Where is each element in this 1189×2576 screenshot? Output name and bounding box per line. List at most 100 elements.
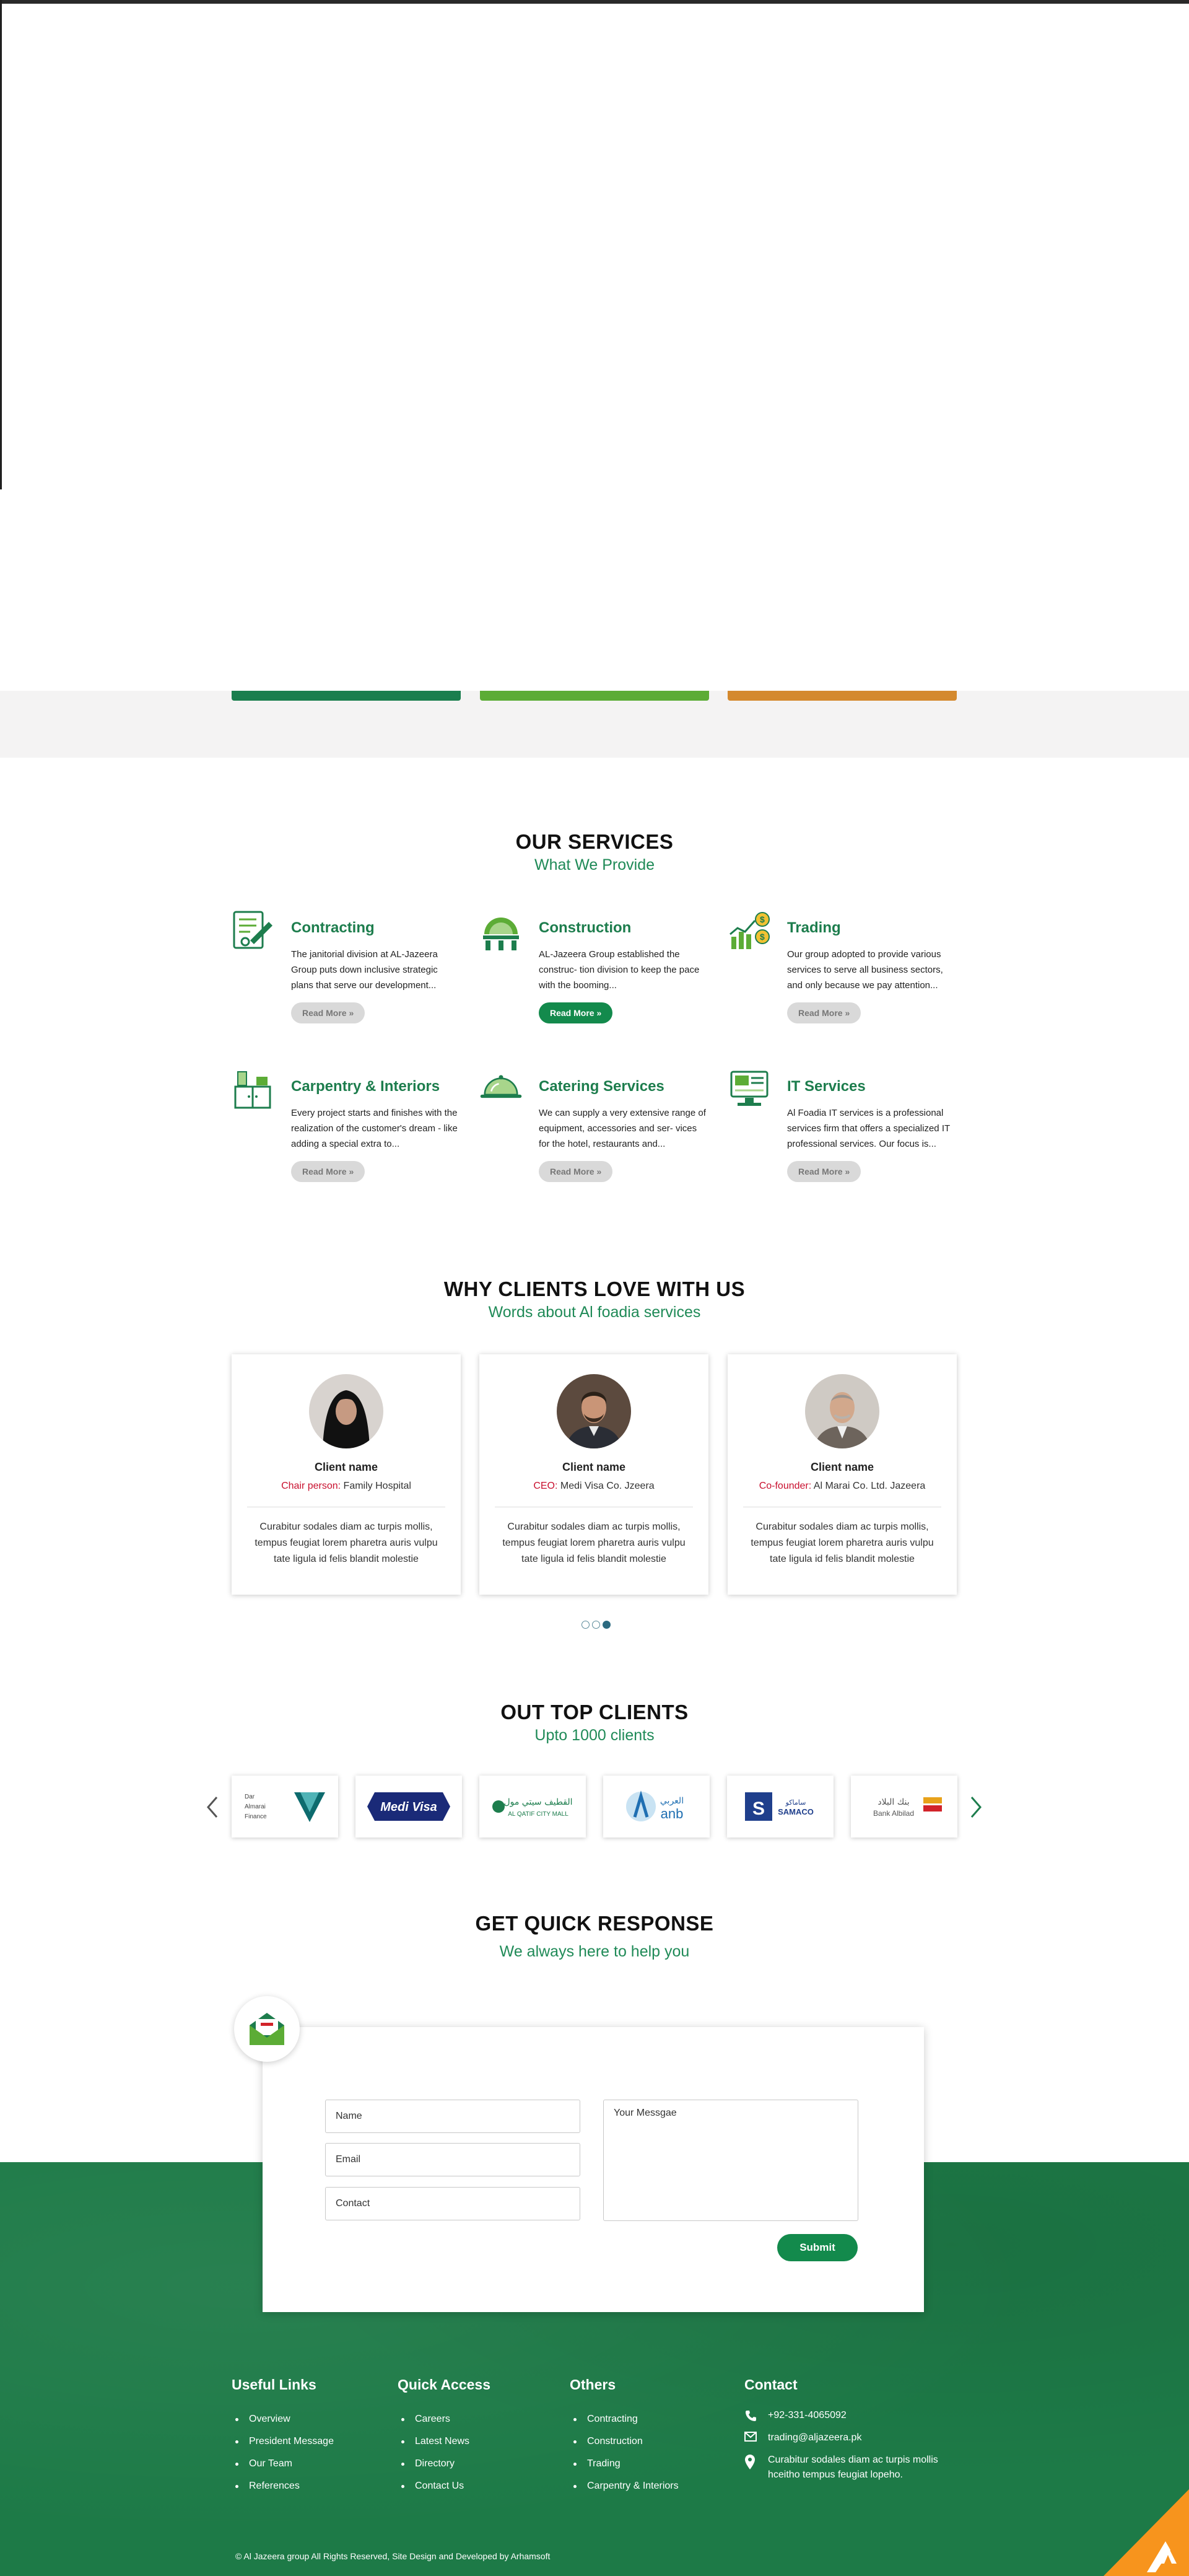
client-quote: Curabitur sodales diam ac turpis mollis,…: [502, 1522, 686, 1564]
client-role: CEO: Medi Visa Co. Jzeera: [533, 1481, 655, 1491]
submit-button[interactable]: Submit: [777, 2234, 858, 2261]
carousel-dot-active[interactable]: [603, 1621, 611, 1629]
footer-link-latest-news[interactable]: Latest News: [398, 2430, 490, 2453]
carousel-dot[interactable]: [592, 1621, 600, 1629]
testimonial-card: Client name Co-founder: Al Marai Co. Ltd…: [728, 1354, 957, 1595]
medivisa-logo: Medi Visa: [367, 1792, 450, 1821]
client-logo-medivisa[interactable]: Medi Visa: [355, 1776, 462, 1838]
read-more-button[interactable]: Read More »: [787, 1002, 861, 1023]
svg-text:القطيف سيتي مول: القطيف سيتي مول: [503, 1797, 572, 1807]
svg-text:$: $: [760, 932, 765, 942]
svg-text:Bank Albilad: Bank Albilad: [873, 1809, 914, 1818]
contact-subtitle: We always here to help you: [499, 1943, 690, 1960]
footer-useful-links: Useful Links Overview President Message …: [232, 2377, 334, 2497]
footer-link-careers[interactable]: Careers: [398, 2408, 490, 2430]
service-construction: Construction AL-Jazeera Group establishe…: [479, 909, 715, 1046]
svg-text:anb: anb: [661, 1806, 684, 1821]
svg-text:AL QATIF CITY MALL: AL QATIF CITY MALL: [508, 1811, 568, 1818]
read-more-button[interactable]: Read More »: [787, 1161, 861, 1182]
read-more-button[interactable]: Read More »: [539, 1002, 613, 1023]
svg-text:Dar: Dar: [245, 1794, 255, 1800]
message-field[interactable]: Your Messgae: [603, 2100, 858, 2221]
chevron-left-icon[interactable]: [203, 1794, 222, 1821]
it-services-icon: [730, 1071, 769, 1106]
footer-phone[interactable]: +92-331-4065092: [744, 2408, 955, 2423]
contact-field[interactable]: Contact: [325, 2187, 580, 2220]
category-bar-orange[interactable]: [728, 691, 957, 701]
footer-link-trading[interactable]: Trading: [570, 2453, 679, 2475]
footer-link-contracting[interactable]: Contracting: [570, 2408, 679, 2430]
footer-heading: Contact: [744, 2377, 798, 2393]
service-title[interactable]: Construction: [539, 919, 631, 937]
footer-heading: Others: [570, 2377, 616, 2393]
footer-link-our-team[interactable]: Our Team: [232, 2453, 334, 2475]
footer-email[interactable]: trading@aljazeera.pk: [744, 2430, 955, 2445]
name-field[interactable]: Name: [325, 2100, 580, 2133]
read-more-button[interactable]: Read More »: [291, 1161, 365, 1182]
testimonials-header: WHY CLIENTS LOVE WITH US Words about Al …: [0, 1277, 1189, 1321]
email-field[interactable]: Email: [325, 2143, 580, 2176]
footer-heading: Useful Links: [232, 2377, 316, 2393]
service-title[interactable]: Carpentry & Interiors: [291, 1078, 440, 1095]
mail-icon-circle: [234, 1996, 300, 2062]
client-logo-bank-albilad[interactable]: بنك البلاد Bank Albilad: [851, 1776, 957, 1838]
service-title[interactable]: IT Services: [787, 1078, 866, 1095]
location-pin-icon: [745, 2455, 755, 2469]
svg-text:ساماكو: ساماكو: [785, 1798, 806, 1807]
svg-text:بنك البلاد: بنك البلاد: [878, 1797, 909, 1807]
footer-quick-access: Quick Access Careers Latest News Directo…: [398, 2377, 490, 2497]
scroll-to-top-icon[interactable]: [1104, 2489, 1189, 2576]
avatar: [805, 1374, 879, 1448]
carousel-dot[interactable]: [581, 1621, 590, 1629]
contact-title: GET QUICK RESPONSE: [475, 1912, 714, 1935]
testimonials-subtitle: Words about Al foadia services: [488, 1303, 701, 1321]
footer-link-carpentry[interactable]: Carpentry & Interiors: [570, 2475, 679, 2497]
clients-subtitle: Upto 1000 clients: [534, 1727, 655, 1744]
category-band: [0, 691, 1189, 758]
service-title[interactable]: Contracting: [291, 919, 375, 937]
clients-title: OUT TOP CLIENTS: [500, 1701, 689, 1724]
anb-logo: العربي anb: [626, 1790, 684, 1821]
hero-edge-line: [0, 0, 2, 489]
service-contracting: Contracting The janitorial division at A…: [232, 909, 467, 1046]
footer-link-president-message[interactable]: President Message: [232, 2430, 334, 2453]
footer-heading: Quick Access: [398, 2377, 491, 2393]
category-bar-lightgreen[interactable]: [480, 691, 709, 701]
service-text: Al Foadia IT services is a professional …: [787, 1108, 950, 1149]
samaco-logo: S ساماكو SAMACO: [745, 1792, 814, 1821]
footer-link-construction[interactable]: Construction: [570, 2430, 679, 2453]
service-carpentry: Carpentry & Interiors Every project star…: [232, 1068, 467, 1204]
client-name: Client name: [562, 1461, 626, 1473]
footer-link-references[interactable]: References: [232, 2475, 334, 2497]
footer-link-overview[interactable]: Overview: [232, 2408, 334, 2430]
chevron-right-icon[interactable]: [967, 1794, 985, 1821]
read-more-button[interactable]: Read More »: [539, 1161, 613, 1182]
footer-contact: Contact +92-331-4065092 trading@aljazeer…: [744, 2377, 955, 2490]
services-header: OUR SERVICES What We Provide: [0, 830, 1189, 874]
client-logo-samaco[interactable]: S ساماكو SAMACO: [727, 1776, 834, 1838]
carpentry-icon: [234, 1071, 271, 1109]
client-logo-anb[interactable]: العربي anb: [603, 1776, 710, 1838]
testimonials-title: WHY CLIENTS LOVE WITH US: [443, 1277, 746, 1300]
hero-banner: [0, 0, 1189, 691]
service-title[interactable]: Trading: [787, 919, 841, 937]
service-text: The janitorial division at AL-Jazeera Gr…: [291, 949, 438, 991]
category-bar-green[interactable]: [232, 691, 461, 701]
svg-text:SAMACO: SAMACO: [778, 1807, 814, 1816]
service-it: IT Services Al Foadia IT services is a p…: [728, 1068, 963, 1204]
client-quote: Curabitur sodales diam ac turpis mollis,…: [255, 1522, 438, 1564]
service-title[interactable]: Catering Services: [539, 1078, 664, 1095]
client-logo-almarai[interactable]: Dar Almarai Finance: [232, 1776, 338, 1838]
services-title: OUR SERVICES: [515, 830, 674, 853]
client-role: Co-founder: Al Marai Co. Ltd. Jazeera: [759, 1481, 926, 1491]
contact-header: GET QUICK RESPONSE We always here to hel…: [0, 1912, 1189, 1961]
copyright-text: © Al Jazeera group All Rights Reserved, …: [235, 2551, 551, 2561]
footer-link-directory[interactable]: Directory: [398, 2453, 490, 2475]
client-logo-qatif-mall[interactable]: القطيف سيتي مول AL QATIF CITY MALL: [479, 1776, 586, 1838]
contracting-icon: [233, 911, 272, 949]
svg-text:S: S: [752, 1798, 765, 1819]
footer-link-contact-us[interactable]: Contact Us: [398, 2475, 490, 2497]
read-more-button[interactable]: Read More »: [291, 1002, 365, 1023]
service-catering: Catering Services We can supply a very e…: [479, 1068, 715, 1204]
svg-text:العربي: العربي: [660, 1796, 684, 1806]
